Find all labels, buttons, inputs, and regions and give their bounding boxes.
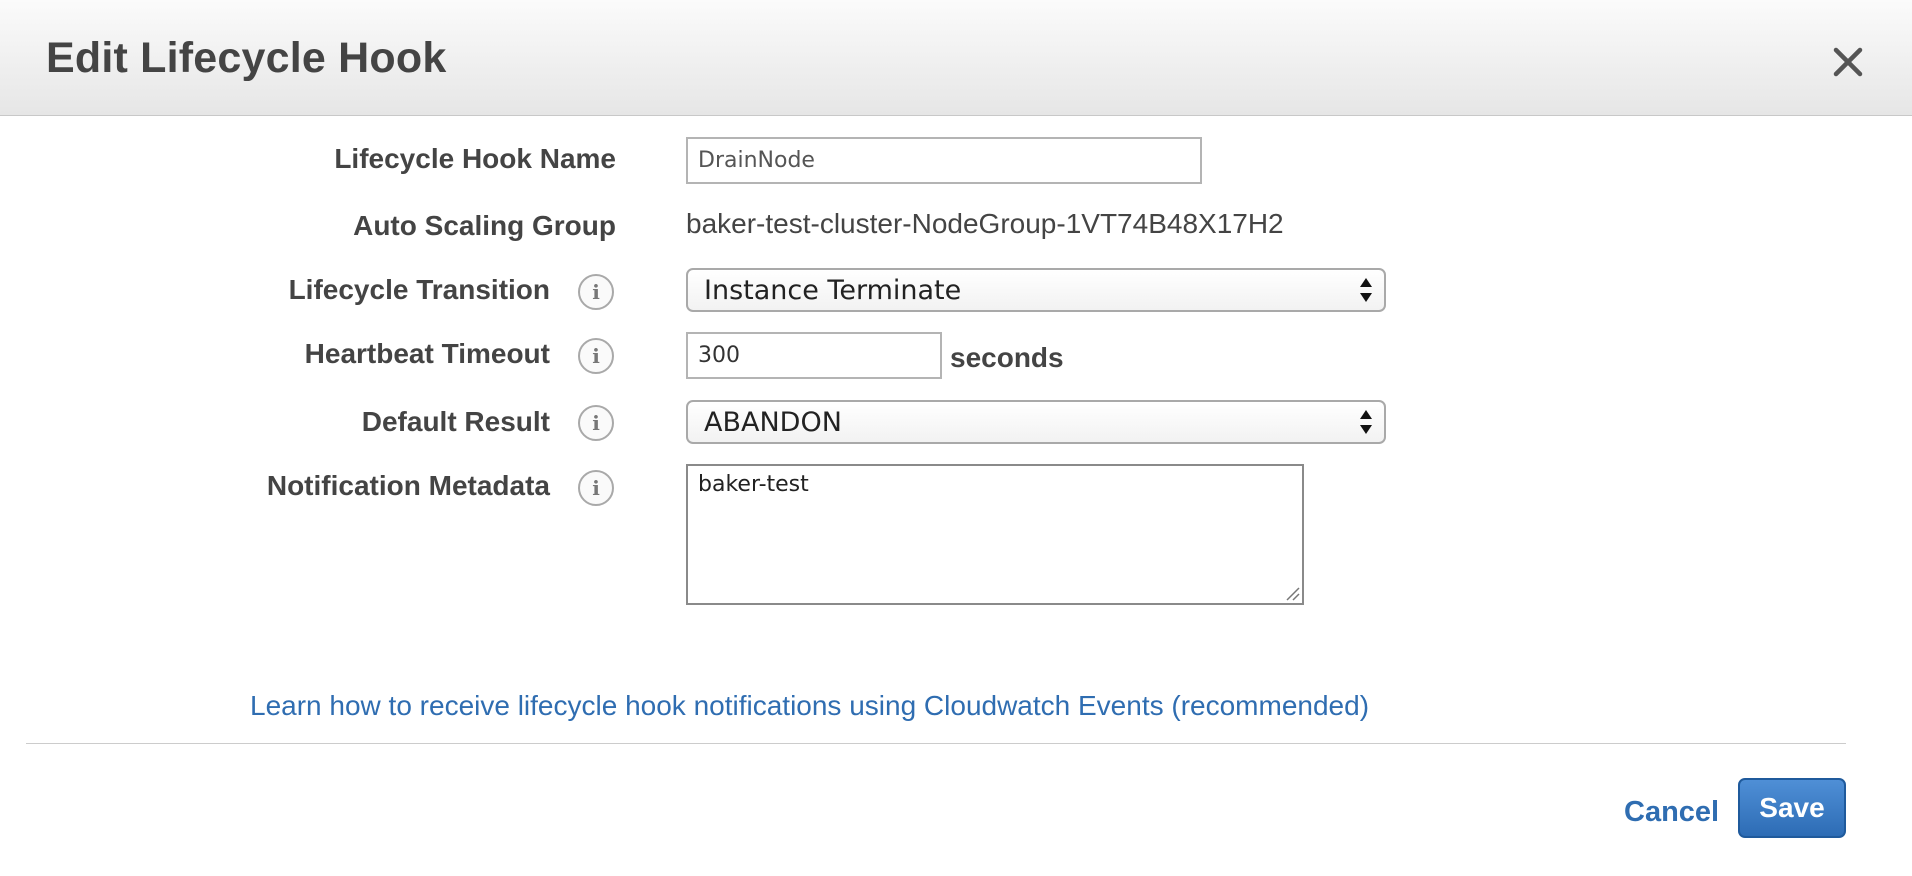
asg-value: baker-test-cluster-NodeGroup-1VT74B48X17… [686, 208, 1284, 239]
cancel-button[interactable]: Cancel [1624, 796, 1719, 829]
heartbeat-unit: seconds [950, 342, 1064, 373]
close-icon [1833, 47, 1863, 77]
transition-label: Lifecycle Transition [288, 274, 550, 305]
info-glyph: i [592, 476, 600, 500]
select-arrows-icon [1360, 410, 1372, 434]
save-button[interactable]: Save [1738, 778, 1846, 838]
default-result-label: Default Result [361, 406, 550, 437]
heartbeat-info-icon[interactable]: i [578, 338, 614, 374]
dialog-title: Edit Lifecycle Hook [46, 34, 447, 82]
default-result-info-icon[interactable]: i [578, 405, 614, 441]
dialog-header: Edit Lifecycle Hook [0, 0, 1912, 116]
info-glyph: i [592, 411, 600, 435]
metadata-label: Notification Metadata [266, 470, 550, 501]
default-result-selected-value: ABANDON [704, 406, 842, 438]
default-result-select[interactable]: ABANDON [686, 400, 1386, 444]
hook-name-field[interactable]: DrainNode [686, 137, 1202, 184]
metadata-value: baker-test [698, 472, 809, 497]
metadata-info-icon[interactable]: i [578, 470, 614, 506]
info-glyph: i [592, 280, 600, 304]
edit-lifecycle-hook-dialog: Edit Lifecycle Hook Lifecycle Hook Name … [0, 0, 1912, 876]
metadata-textarea[interactable]: baker-test [686, 464, 1304, 605]
heartbeat-label: Heartbeat Timeout [304, 338, 550, 369]
info-glyph: i [592, 344, 600, 368]
footer-divider [26, 743, 1846, 744]
transition-selected-value: Instance Terminate [704, 274, 962, 306]
select-arrows-icon [1360, 278, 1372, 302]
transition-info-icon[interactable]: i [578, 274, 614, 310]
asg-label: Auto Scaling Group [353, 210, 616, 241]
close-button[interactable] [1826, 40, 1870, 84]
resize-grip-icon[interactable] [1284, 585, 1300, 601]
cloudwatch-events-link[interactable]: Learn how to receive lifecycle hook noti… [250, 690, 1369, 722]
heartbeat-field[interactable]: 300 [686, 332, 942, 379]
transition-select[interactable]: Instance Terminate [686, 268, 1386, 312]
hook-name-label: Lifecycle Hook Name [334, 143, 616, 174]
